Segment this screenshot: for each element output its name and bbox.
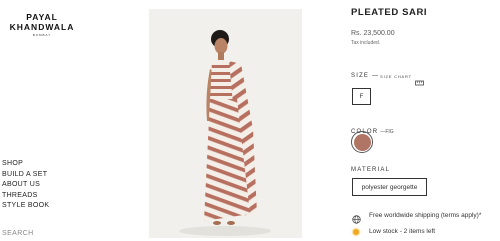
product-photo[interactable] bbox=[149, 9, 302, 238]
color-swatch-fill bbox=[353, 133, 371, 151]
color-swatch-fig[interactable] bbox=[351, 131, 373, 153]
size-label-row: SIZE — SIZE CHART bbox=[351, 73, 424, 86]
nav-item-threads[interactable]: THREADS bbox=[2, 191, 49, 202]
material-option-polyester-georgette[interactable]: polyester georgette bbox=[352, 178, 427, 196]
stock-info: Low stock - 2 items left bbox=[352, 228, 435, 235]
ruler-icon[interactable] bbox=[414, 73, 424, 86]
product-price: Rs. 23,500.00 bbox=[351, 30, 395, 37]
nav-item-shop[interactable]: SHOP bbox=[2, 159, 49, 170]
logo-subline: BOMBAY bbox=[32, 33, 52, 37]
shipping-info: Free worldwide shipping (terms apply)* bbox=[352, 211, 481, 224]
product-title: PLEATED SARI bbox=[351, 7, 428, 18]
brand-logo[interactable]: PAYAL KHANDWALA BOMBAY bbox=[2, 12, 82, 37]
shipping-text[interactable]: Free worldwide shipping (terms apply)* bbox=[369, 212, 481, 219]
color-value: —FIG bbox=[380, 129, 394, 135]
logo-line-2: KHANDWALA bbox=[9, 22, 75, 32]
material-label: MATERIAL bbox=[351, 167, 391, 173]
model-wearing-sari-image bbox=[149, 9, 302, 238]
size-option-f[interactable]: F bbox=[352, 88, 371, 105]
size-label: SIZE bbox=[351, 73, 370, 79]
tax-note: Tax included. bbox=[351, 40, 381, 46]
logo-line-1: PAYAL bbox=[26, 12, 58, 22]
size-chart-link[interactable]: SIZE CHART bbox=[380, 74, 412, 79]
globe-icon bbox=[352, 211, 361, 224]
size-separator: — bbox=[372, 73, 379, 79]
search-link[interactable]: SEARCH bbox=[2, 230, 34, 237]
low-stock-indicator-icon bbox=[353, 228, 359, 235]
nav-item-style-book[interactable]: STYLE BOOK bbox=[2, 201, 49, 212]
side-navigation: SHOP BUILD A SET ABOUT US THREADS STYLE … bbox=[2, 159, 49, 212]
stock-text: Low stock - 2 items left bbox=[369, 228, 436, 235]
nav-item-about-us[interactable]: ABOUT US bbox=[2, 180, 49, 191]
nav-item-build-a-set[interactable]: BUILD A SET bbox=[2, 170, 49, 181]
